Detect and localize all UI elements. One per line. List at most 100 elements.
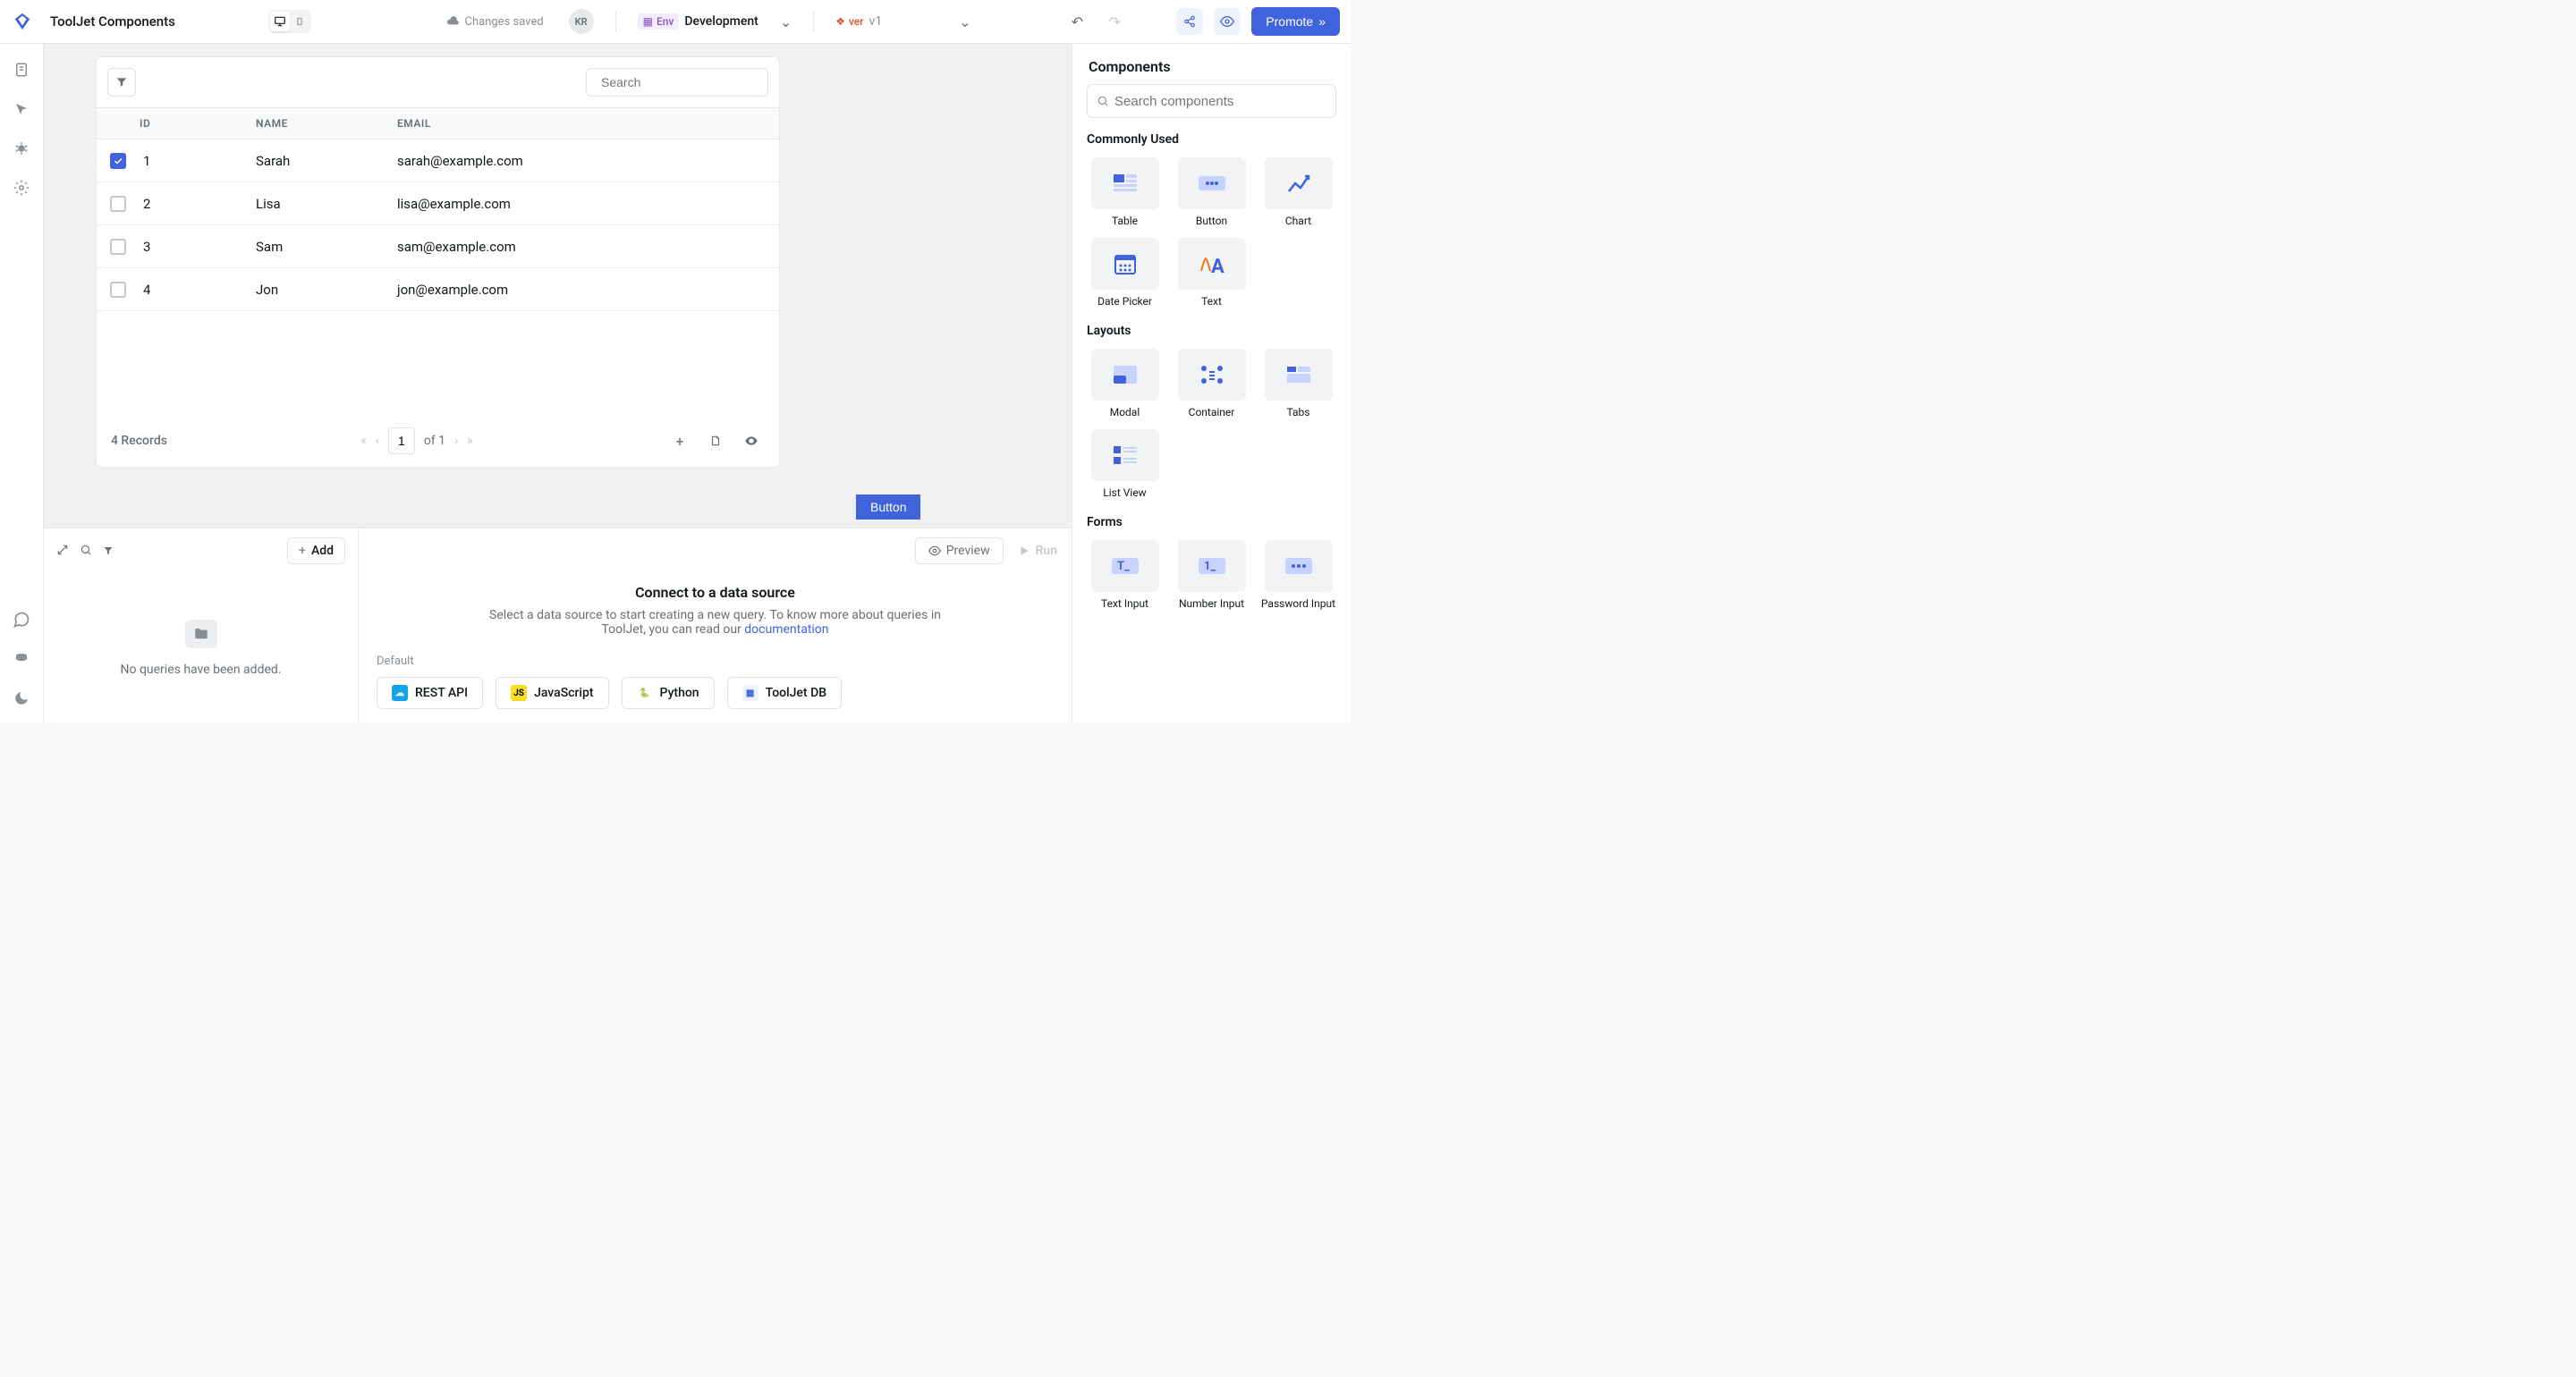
component-icon bbox=[1265, 540, 1333, 592]
mobile-toggle[interactable] bbox=[290, 12, 309, 31]
datasource-title: Connect to a data source bbox=[635, 584, 795, 601]
component-text-input[interactable]: T_ Text Input bbox=[1087, 540, 1163, 610]
svg-text:1_: 1_ bbox=[1204, 560, 1216, 573]
page-next[interactable]: › bbox=[454, 434, 458, 448]
row-checkbox[interactable] bbox=[110, 239, 126, 255]
datasource-icon: 🐍 bbox=[637, 685, 653, 701]
component-icon: 1_ bbox=[1178, 540, 1246, 592]
table-row[interactable]: 1Sarahsarah@example.com bbox=[97, 139, 779, 182]
component-chart[interactable]: Chart bbox=[1260, 157, 1336, 227]
cell-email: sam@example.com bbox=[397, 239, 779, 255]
component-icon bbox=[1091, 429, 1159, 481]
env-selector[interactable]: ▦ Env Development ⌄ bbox=[638, 13, 792, 30]
page-last[interactable]: » bbox=[467, 434, 473, 448]
component-label: Button bbox=[1196, 215, 1227, 227]
section-title: Commonly Used bbox=[1087, 132, 1336, 147]
preview-button[interactable] bbox=[1214, 8, 1241, 35]
component-label: Number Input bbox=[1179, 597, 1244, 610]
canvas-button-widget[interactable]: Button bbox=[856, 494, 920, 520]
page-prev[interactable]: ‹ bbox=[376, 434, 379, 448]
page-first[interactable]: « bbox=[360, 434, 367, 448]
component-label: Text Input bbox=[1101, 597, 1148, 610]
page-input[interactable] bbox=[388, 427, 415, 454]
share-button[interactable] bbox=[1176, 8, 1203, 35]
chevron-down-icon: ⌄ bbox=[959, 13, 970, 30]
database-icon[interactable] bbox=[10, 647, 33, 671]
query-panel: +Add No queries have been added. Preview… bbox=[44, 528, 1072, 722]
datasource-javascript[interactable]: JSJavaScript bbox=[496, 677, 608, 709]
comments-icon[interactable] bbox=[10, 608, 33, 631]
component-label: Password Input bbox=[1261, 597, 1335, 610]
svg-text:A: A bbox=[1211, 256, 1224, 275]
collapse-panel-icon[interactable] bbox=[56, 543, 69, 560]
table-row[interactable]: 3Samsam@example.com bbox=[97, 225, 779, 268]
tooljet-logo[interactable] bbox=[11, 10, 34, 33]
columns-toggle-icon[interactable] bbox=[738, 427, 765, 454]
topbar: ToolJet Components Changes saved KR ▦ En… bbox=[0, 0, 1351, 44]
cell-name: Sarah bbox=[256, 153, 397, 169]
query-run-button[interactable]: Run bbox=[1018, 544, 1057, 558]
query-filter-icon[interactable] bbox=[103, 543, 114, 560]
table-search-input[interactable] bbox=[601, 75, 763, 89]
left-sidebar bbox=[0, 44, 44, 722]
settings-icon[interactable] bbox=[10, 176, 33, 199]
theme-icon[interactable] bbox=[10, 687, 33, 710]
component-list-view[interactable]: List View bbox=[1087, 429, 1163, 499]
canvas-area[interactable]: ID NAME EMAIL 1Sarahsarah@example.com2Li… bbox=[44, 44, 1072, 528]
query-search-icon[interactable] bbox=[80, 543, 92, 560]
app-title: ToolJet Components bbox=[50, 13, 175, 30]
row-checkbox[interactable] bbox=[110, 153, 126, 169]
component-text[interactable]: A Text bbox=[1174, 238, 1250, 308]
filter-button[interactable] bbox=[107, 68, 136, 97]
datasource-icon: ▦ bbox=[742, 685, 758, 701]
component-icon bbox=[1265, 157, 1333, 209]
datasource-python[interactable]: 🐍Python bbox=[622, 677, 715, 709]
datasource-desc: Select a data source to start creating a… bbox=[483, 608, 948, 637]
component-button[interactable]: Button bbox=[1174, 157, 1250, 227]
version-selector[interactable]: ❖ ver v1 ⌄ bbox=[835, 13, 970, 30]
cell-name: Jon bbox=[256, 282, 397, 298]
table-search[interactable] bbox=[586, 68, 768, 97]
download-icon[interactable] bbox=[702, 427, 729, 454]
component-tabs[interactable]: Tabs bbox=[1260, 349, 1336, 418]
components-search[interactable] bbox=[1087, 84, 1336, 118]
cell-name: Lisa bbox=[256, 196, 397, 212]
table-widget[interactable]: ID NAME EMAIL 1Sarahsarah@example.com2Li… bbox=[96, 56, 780, 468]
row-checkbox[interactable] bbox=[110, 282, 126, 298]
components-search-input[interactable] bbox=[1114, 94, 1326, 109]
table-row[interactable]: 4Jonjon@example.com bbox=[97, 268, 779, 311]
component-icon: T_ bbox=[1091, 540, 1159, 592]
component-password-input[interactable]: Password Input bbox=[1260, 540, 1336, 610]
chevron-down-icon: ⌄ bbox=[780, 13, 792, 30]
component-modal[interactable]: Modal bbox=[1087, 349, 1163, 418]
row-checkbox[interactable] bbox=[110, 196, 126, 212]
add-row-icon[interactable]: + bbox=[666, 427, 693, 454]
cell-id: 2 bbox=[140, 196, 256, 212]
component-icon bbox=[1178, 349, 1246, 401]
component-number-input[interactable]: 1_ Number Input bbox=[1174, 540, 1250, 610]
cell-id: 3 bbox=[140, 239, 256, 255]
add-query-button[interactable]: +Add bbox=[287, 537, 345, 564]
component-date-picker[interactable]: Date Picker bbox=[1087, 238, 1163, 308]
component-label: List View bbox=[1103, 486, 1146, 499]
table-row[interactable]: 2Lisalisa@example.com bbox=[97, 182, 779, 225]
component-container[interactable]: Container bbox=[1174, 349, 1250, 418]
device-toggle bbox=[268, 10, 311, 33]
documentation-link[interactable]: documentation bbox=[744, 622, 828, 637]
inspect-icon[interactable] bbox=[10, 97, 33, 121]
desktop-toggle[interactable] bbox=[270, 12, 290, 31]
datasource-rest-api[interactable]: ☁REST API bbox=[377, 677, 483, 709]
redo-button[interactable]: ↷ bbox=[1101, 8, 1128, 35]
promote-button[interactable]: Promote » bbox=[1251, 7, 1340, 36]
empty-queries-text: No queries have been added. bbox=[121, 663, 282, 677]
component-icon bbox=[1178, 157, 1246, 209]
component-label: Text bbox=[1201, 295, 1222, 308]
user-avatar[interactable]: KR bbox=[569, 9, 594, 34]
pages-icon[interactable] bbox=[10, 58, 33, 81]
query-preview-button[interactable]: Preview bbox=[915, 537, 1004, 564]
component-table[interactable]: Table bbox=[1087, 157, 1163, 227]
debug-icon[interactable] bbox=[10, 137, 33, 160]
version-badge-icon: ❖ ver bbox=[835, 15, 863, 28]
undo-button[interactable]: ↶ bbox=[1063, 8, 1090, 35]
datasource-tooljet-db[interactable]: ▦ToolJet DB bbox=[727, 677, 842, 709]
